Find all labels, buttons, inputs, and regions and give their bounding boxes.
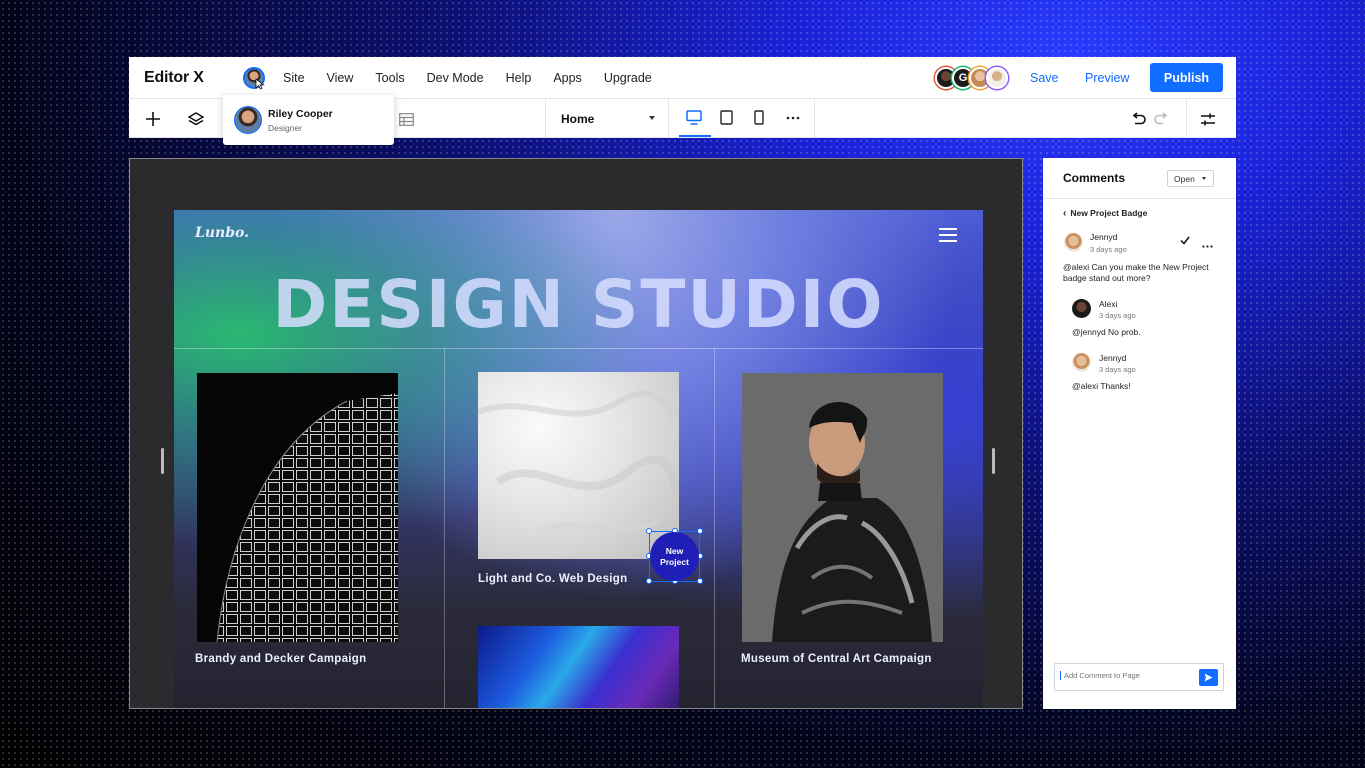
menu-view[interactable]: View xyxy=(327,71,354,85)
badge-line: Project xyxy=(660,556,689,567)
page-selector[interactable]: Home xyxy=(561,112,594,126)
resize-handle[interactable] xyxy=(646,578,652,584)
building-image[interactable] xyxy=(197,373,398,642)
redo-icon[interactable] xyxy=(1151,109,1171,129)
settings-sliders-icon[interactable] xyxy=(1198,109,1218,129)
avatar xyxy=(1064,233,1083,252)
site-preview[interactable]: Lunbo. DESIGN STUDIO Brandy and Decker C… xyxy=(174,210,983,708)
add-icon[interactable] xyxy=(143,109,163,129)
editor-canvas[interactable]: Lunbo. DESIGN STUDIO Brandy and Decker C… xyxy=(129,158,1023,709)
menu-site[interactable]: Site xyxy=(283,71,305,85)
publish-button[interactable]: Publish xyxy=(1150,63,1223,92)
app-logo: Editor X xyxy=(144,68,204,86)
menu-help[interactable]: Help xyxy=(506,71,532,85)
more-icon[interactable] xyxy=(1202,235,1213,253)
divider xyxy=(174,348,983,349)
avatar xyxy=(1072,299,1091,318)
mobile-icon[interactable] xyxy=(754,110,764,130)
new-project-badge[interactable]: New Project xyxy=(650,532,699,581)
breakpoint-active-indicator xyxy=(679,135,711,137)
toolbar-divider xyxy=(1186,99,1187,138)
toolbar-divider xyxy=(545,99,546,138)
chevron-down-icon xyxy=(1202,177,1206,180)
more-icon[interactable] xyxy=(786,111,800,130)
avatar xyxy=(234,106,262,134)
divider xyxy=(444,348,445,708)
chevron-left-icon[interactable]: ‹ xyxy=(1063,208,1066,219)
top-bar: Editor X Site View Tools Dev Mode Help A… xyxy=(129,57,1236,99)
comment-author: Jennyd xyxy=(1099,353,1127,363)
chevron-down-icon[interactable] xyxy=(649,116,655,120)
toolbar-divider xyxy=(668,99,669,138)
comment-text: @jennyd No prob. xyxy=(1072,327,1141,337)
send-button[interactable] xyxy=(1199,669,1218,686)
save-button[interactable]: Save xyxy=(1030,71,1059,85)
comment-author: Alexi xyxy=(1099,299,1118,309)
left-resize-handle[interactable] xyxy=(161,448,164,474)
abstract-image[interactable] xyxy=(478,626,679,708)
comment-text: @alexi Can you make the New Project badg… xyxy=(1063,262,1209,283)
comments-title: Comments xyxy=(1063,171,1126,185)
right-resize-handle[interactable] xyxy=(992,448,995,474)
send-icon xyxy=(1204,673,1213,682)
comment-input-box xyxy=(1054,663,1224,691)
thread-title[interactable]: ‹ New Project Badge xyxy=(1063,208,1147,219)
collaborator-avatars: G xyxy=(935,67,1008,89)
hero-title[interactable]: DESIGN STUDIO xyxy=(174,266,983,343)
hamburger-menu-icon[interactable] xyxy=(939,228,957,246)
desktop-icon[interactable] xyxy=(686,110,702,130)
user-name: Riley Cooper xyxy=(268,108,333,120)
card-caption[interactable]: Brandy and Decker Campaign xyxy=(195,653,366,665)
layers-icon[interactable] xyxy=(186,109,206,129)
user-role: Designer xyxy=(268,123,303,133)
main-menu: Site View Tools Dev Mode Help Apps Upgra… xyxy=(283,71,674,85)
undo-icon[interactable] xyxy=(1128,109,1148,129)
user-popover: Riley Cooper Designer xyxy=(223,95,394,145)
comment-input[interactable] xyxy=(1060,671,1190,680)
divider xyxy=(1043,198,1236,199)
site-logo[interactable]: Lunbo. xyxy=(195,225,249,241)
divider xyxy=(714,348,715,708)
comment-time: 3 days ago xyxy=(1090,245,1127,254)
toolbar-divider xyxy=(814,99,815,138)
tablet-icon[interactable] xyxy=(720,110,733,130)
comment-time: 3 days ago xyxy=(1099,311,1136,320)
collaborator-avatar[interactable] xyxy=(986,67,1008,89)
resolve-check-icon[interactable] xyxy=(1180,232,1190,250)
menu-tools[interactable]: Tools xyxy=(375,71,404,85)
comments-panel: Comments Open ‹ New Project Badge Jennyd … xyxy=(1043,158,1236,709)
comment-time: 3 days ago xyxy=(1099,365,1136,374)
card-caption[interactable]: Museum of Central Art Campaign xyxy=(741,653,932,665)
resize-handle[interactable] xyxy=(697,578,703,584)
avatar xyxy=(1072,353,1091,372)
badge-line: New xyxy=(665,545,684,556)
resize-handle[interactable] xyxy=(697,528,703,534)
portrait-image[interactable] xyxy=(742,373,943,642)
thread-name: New Project Badge xyxy=(1070,208,1148,218)
card-caption[interactable]: Light and Co. Web Design xyxy=(478,573,627,585)
menu-dev-mode[interactable]: Dev Mode xyxy=(427,71,484,85)
table-icon[interactable] xyxy=(396,109,416,129)
comment-author: Jennyd xyxy=(1090,232,1118,242)
comments-filter-dropdown[interactable]: Open xyxy=(1167,170,1214,187)
current-user-avatar[interactable] xyxy=(243,66,265,90)
comment-text: @alexi Thanks! xyxy=(1072,381,1131,391)
resize-handle[interactable] xyxy=(646,528,652,534)
menu-upgrade[interactable]: Upgrade xyxy=(604,71,652,85)
menu-apps[interactable]: Apps xyxy=(553,71,582,85)
filter-value: Open xyxy=(1174,174,1195,184)
cursor-icon xyxy=(255,77,265,90)
preview-button[interactable]: Preview xyxy=(1085,71,1129,85)
